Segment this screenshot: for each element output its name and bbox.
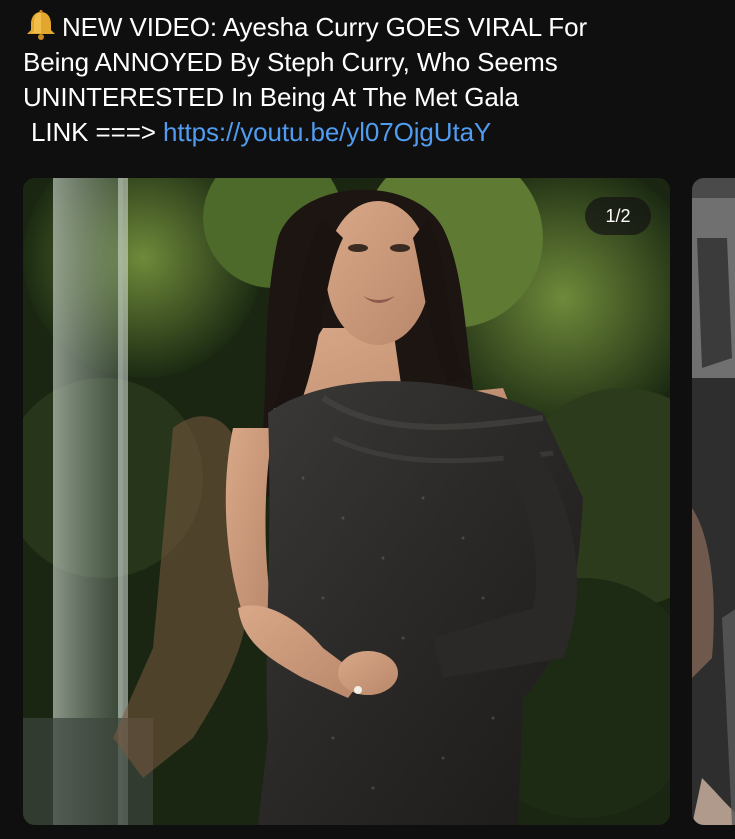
carousel-counter-badge: 1/2 [585, 197, 651, 235]
carousel-image-1[interactable] [23, 178, 670, 825]
carousel-image-2-peek[interactable] [692, 178, 735, 825]
photo-woman-sparkly-dress [23, 178, 670, 825]
image-carousel[interactable]: 1/2 [0, 0, 735, 839]
photo-partial-next [692, 178, 735, 825]
